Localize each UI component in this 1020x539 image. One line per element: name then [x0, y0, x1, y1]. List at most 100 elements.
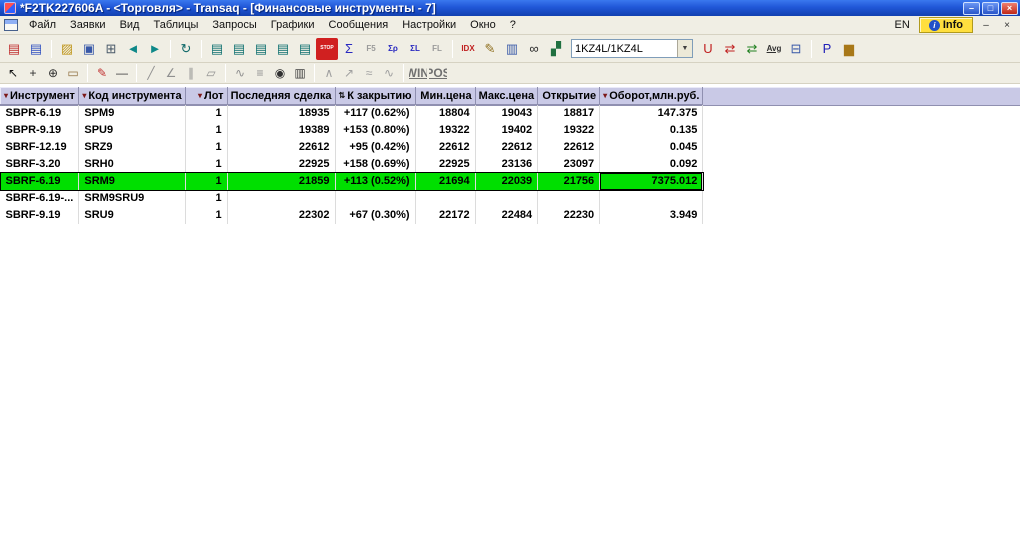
arrow-mark-icon[interactable]: ↗ [339, 64, 359, 82]
table-cell[interactable]: 23136 [475, 156, 539, 173]
save-icon[interactable]: ▣ [78, 38, 100, 60]
table-cell[interactable]: SBRF-12.19 [0, 139, 80, 156]
filter-icon[interactable]: ▾ [82, 91, 86, 100]
table-cell[interactable]: SRH0 [78, 156, 186, 173]
open-folder-icon[interactable]: ▨ [56, 38, 78, 60]
table-cell[interactable]: +153 (0.80%) [335, 122, 416, 139]
table-cell[interactable]: 1 [185, 207, 228, 224]
sum-l-icon[interactable]: ΣL [404, 38, 426, 60]
table-cell[interactable]: 23097 [537, 156, 601, 173]
table-cell[interactable]: 0.135 [599, 122, 704, 139]
table-cell[interactable]: 1 [185, 122, 228, 139]
table-row[interactable]: SBRF-12.19 SRZ9 1 22612 +95 (0.42%) 22612 2261… [0, 139, 704, 156]
table-cell[interactable]: SRM9 [78, 173, 186, 190]
filter-icon[interactable]: ▾ [198, 91, 202, 100]
horizontal-line-icon[interactable]: — [112, 64, 132, 82]
column-header[interactable]: Мин.цена [414, 87, 476, 105]
restore-button[interactable]: □ [982, 1, 999, 15]
table-row[interactable]: SBRF-9.19 SRU9 1 22302 +67 (0.30%) 22172 22484… [0, 207, 704, 224]
print-icon[interactable]: ▤ [272, 38, 294, 60]
channel-icon[interactable]: ▱ [201, 64, 221, 82]
table-row[interactable]: SBRF-3.20 SRH0 1 22925 +158 (0.69%) 22925 2313… [0, 156, 704, 173]
table-cell[interactable]: 0.045 [599, 139, 704, 156]
filter-icon[interactable]: ▾ [603, 91, 607, 100]
table-cell[interactable]: 22039 [475, 173, 539, 190]
column-header[interactable]: Последняя сделка [226, 87, 336, 105]
table-cell[interactable]: 147.375 [599, 104, 704, 122]
ray-line-icon[interactable]: ∠ [161, 64, 181, 82]
table-row[interactable]: SBPR-6.19 SPM9 1 18935 +117 (0.62%) 18804 1904… [0, 104, 704, 122]
order-sell-ticket-icon[interactable]: ▤ [25, 38, 47, 60]
table-cell[interactable]: SPU9 [78, 122, 186, 139]
table-cell[interactable]: SRU9 [78, 207, 186, 224]
candle-chart-icon[interactable]: ▞ [545, 38, 567, 60]
oscillator-icon[interactable]: ∿ [379, 64, 399, 82]
menu-item-requests[interactable]: Запросы [205, 17, 263, 33]
menu-item-settings[interactable]: Настройки [395, 17, 463, 33]
table-cell[interactable]: +158 (0.69%) [335, 156, 416, 173]
binoculars-icon[interactable]: ∞ [523, 38, 545, 60]
table-cell[interactable]: SBPR-6.19 [0, 104, 80, 122]
back-icon[interactable]: ◄ [122, 38, 144, 60]
table-cell[interactable]: 22230 [537, 207, 601, 224]
new-table-icon[interactable]: ⊞ [100, 38, 122, 60]
menu-item-messages[interactable]: Сообщения [322, 17, 396, 33]
table-cell[interactable]: 22172 [415, 207, 476, 224]
table-cell[interactable]: 19402 [475, 122, 539, 139]
table-cell[interactable]: 18804 [415, 104, 476, 122]
eye-icon[interactable]: ◉ [270, 64, 290, 82]
table-cell[interactable]: 19389 [227, 122, 336, 139]
filter-icon[interactable]: ⇅ [339, 91, 346, 100]
crosshair-icon[interactable]: + [23, 64, 43, 82]
menu-item-view[interactable]: Вид [113, 17, 147, 33]
table-cell[interactable]: 7375.012 [599, 173, 704, 190]
table-cell[interactable]: SPM9 [78, 104, 186, 122]
table-cell[interactable]: 1 [185, 156, 228, 173]
copy-table-icon[interactable]: ▤ [228, 38, 250, 60]
zoom-icon[interactable]: ⊕ [43, 64, 63, 82]
table-cell[interactable]: +117 (0.62%) [335, 104, 416, 122]
wave-indicator-icon[interactable]: ∿ [230, 64, 250, 82]
column-header[interactable]: ⇅ К закрытию [334, 87, 416, 105]
table-cell[interactable]: SBRF-6.19 [0, 173, 80, 190]
column-header[interactable]: ▾ Оборот,млн.руб. [599, 87, 704, 105]
table-cell[interactable]: 19322 [537, 122, 601, 139]
print-preview-icon[interactable]: ▤ [294, 38, 316, 60]
column-header[interactable]: ▾ Код инструмента [78, 87, 186, 105]
menu-item-help[interactable]: ? [503, 17, 523, 33]
ruler-icon[interactable]: ▭ [63, 64, 83, 82]
table-cell[interactable]: 19322 [415, 122, 476, 139]
levels-icon[interactable]: ≡ [250, 64, 270, 82]
column-header[interactable]: ▾ Лот [184, 87, 228, 105]
table-row[interactable]: SBRF-6.19 SRM9 1 21859 +113 (0.52%) 21694 2203… [0, 172, 704, 191]
menu-item-orders[interactable]: Заявки [63, 17, 113, 33]
table-cell[interactable]: 18935 [227, 104, 336, 122]
mdi-minimize-button[interactable]: – [978, 18, 994, 32]
parallel-lines-icon[interactable]: ∥ [181, 64, 201, 82]
portfolio-p-icon[interactable]: P [816, 38, 838, 60]
column-header[interactable]: Макс.цена [474, 87, 539, 105]
f-l-icon[interactable]: FL [426, 38, 448, 60]
briefcase-icon[interactable]: ▆ [838, 38, 860, 60]
stop-orders-icon[interactable]: STOP [316, 37, 338, 60]
idx-icon[interactable]: IDX [457, 38, 479, 60]
average-price-icon[interactable]: Avg [763, 38, 785, 60]
table-row[interactable]: SBRF-6.19-... SRM9SRU9 1 [0, 190, 704, 207]
mdi-child-icon[interactable] [4, 19, 18, 31]
table-cell[interactable]: 22612 [227, 139, 336, 156]
table-cell[interactable] [335, 190, 416, 207]
columns-setup-icon[interactable]: ▥ [501, 38, 523, 60]
table-cell[interactable]: +113 (0.52%) [335, 173, 416, 190]
table-cell[interactable]: 22612 [537, 139, 601, 156]
histogram-icon[interactable]: ▥ [290, 64, 310, 82]
table-cell[interactable]: 22612 [475, 139, 539, 156]
table-cell[interactable]: 21859 [227, 173, 336, 190]
menu-item-file[interactable]: Файл [22, 17, 63, 33]
table-cell[interactable]: +67 (0.30%) [335, 207, 416, 224]
menu-item-charts[interactable]: Графики [264, 17, 322, 33]
close-button[interactable]: × [1001, 1, 1018, 15]
table-cell[interactable]: 1 [185, 190, 228, 207]
table-cell[interactable]: +95 (0.42%) [335, 139, 416, 156]
info-button[interactable]: i Info [918, 17, 973, 33]
table-cell[interactable]: 3.949 [599, 207, 704, 224]
